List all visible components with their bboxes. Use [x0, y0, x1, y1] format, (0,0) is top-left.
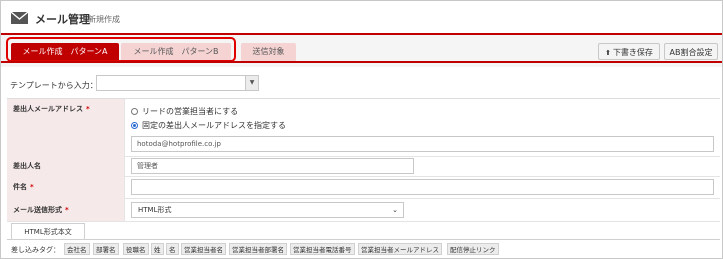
insert-tag-sales-rep-name[interactable]: 営業担当者名: [181, 243, 226, 255]
body-tab-divider: [7, 239, 720, 240]
sender-email-input[interactable]: hotoda@hotprofile.co.jp: [131, 136, 714, 152]
format-select-value: HTML形式: [138, 206, 172, 214]
format-select[interactable]: HTML形式 ⌄: [131, 202, 404, 218]
radio-fixed-address-label: 固定の差出人メールアドレスを指定する: [142, 121, 286, 130]
insert-tag-last-name[interactable]: 姓: [151, 243, 164, 255]
page-title: メール管理: [35, 13, 90, 26]
save-draft-label: 下書き保存: [612, 48, 653, 57]
format-label: メール送信形式 *: [13, 206, 69, 214]
save-draft-button[interactable]: ⬆ 下書き保存: [598, 43, 660, 60]
upload-icon: ⬆: [605, 49, 611, 57]
radio-fixed-address[interactable]: 固定の差出人メールアドレスを指定する: [131, 120, 286, 131]
chevron-down-icon: ▼: [245, 76, 258, 90]
insert-tag-company[interactable]: 会社名: [64, 243, 90, 255]
radio-sales-rep[interactable]: リードの営業担当者にする: [131, 106, 238, 117]
subject-label-cell: 件名 *: [7, 176, 125, 198]
mail-management-window: メール管理 新規作成 メール作成 パターンA メール作成 パターンB 送信対象 …: [0, 0, 723, 259]
page-subtitle: 新規作成: [88, 15, 120, 24]
insert-tag-position[interactable]: 役職名: [123, 243, 149, 255]
radio-sales-rep-label: リードの営業担当者にする: [142, 107, 239, 116]
sender-name-label-cell: 差出人名: [7, 156, 125, 176]
subject-label: 件名 *: [13, 183, 34, 191]
sender-name-input[interactable]: 管理者: [131, 158, 414, 174]
insert-tags-label: 差し込みタグ：: [11, 246, 60, 254]
tab-html-body[interactable]: HTML形式本文: [11, 223, 85, 240]
required-mark: *: [86, 105, 90, 113]
insert-tag-first-name[interactable]: 名: [166, 243, 179, 255]
mail-form: 差出人メールアドレス * リードの営業担当者にする 固定の差出人メールアドレスを指…: [7, 98, 720, 258]
insert-tag-sales-rep-phone[interactable]: 営業担当者電話番号: [290, 243, 355, 255]
sender-name-label: 差出人名: [13, 162, 41, 170]
format-row: メール送信形式 * HTML形式 ⌄: [7, 198, 720, 222]
chevron-down-icon: ⌄: [392, 206, 398, 214]
page-header: メール管理 新規作成: [1, 1, 722, 33]
tab-highlight-outline: [6, 37, 236, 62]
format-label-cell: メール送信形式 *: [7, 198, 125, 221]
sender-address-label: 差出人メールアドレス *: [13, 105, 90, 113]
insert-tag-unsubscribe-link[interactable]: 配信停止リンク: [447, 243, 499, 255]
radio-button[interactable]: [131, 108, 138, 115]
template-label: テンプレートから入力：: [10, 81, 98, 90]
subject-input[interactable]: [131, 179, 714, 195]
sender-name-row: 差出人名 管理者: [7, 156, 720, 177]
tab-underline: [1, 61, 722, 63]
required-mark: *: [30, 183, 34, 191]
required-mark: *: [65, 206, 69, 214]
insert-tag-sales-rep-email[interactable]: 営業担当者メールアドレス: [358, 243, 442, 255]
mail-icon: [11, 12, 28, 24]
subject-row: 件名 *: [7, 176, 720, 199]
ab-ratio-button[interactable]: AB割合設定: [664, 43, 718, 60]
tab-send-target[interactable]: 送信対象: [241, 43, 296, 61]
radio-button-checked[interactable]: [131, 122, 138, 129]
insert-tag-department[interactable]: 部署名: [93, 243, 119, 255]
sender-address-label-cell: 差出人メールアドレス *: [7, 99, 125, 156]
template-select[interactable]: ▼: [96, 75, 259, 91]
insert-tag-sales-rep-dept[interactable]: 営業担当者部署名: [229, 243, 287, 255]
sender-address-row: 差出人メールアドレス * リードの営業担当者にする 固定の差出人メールアドレスを指…: [7, 99, 720, 157]
